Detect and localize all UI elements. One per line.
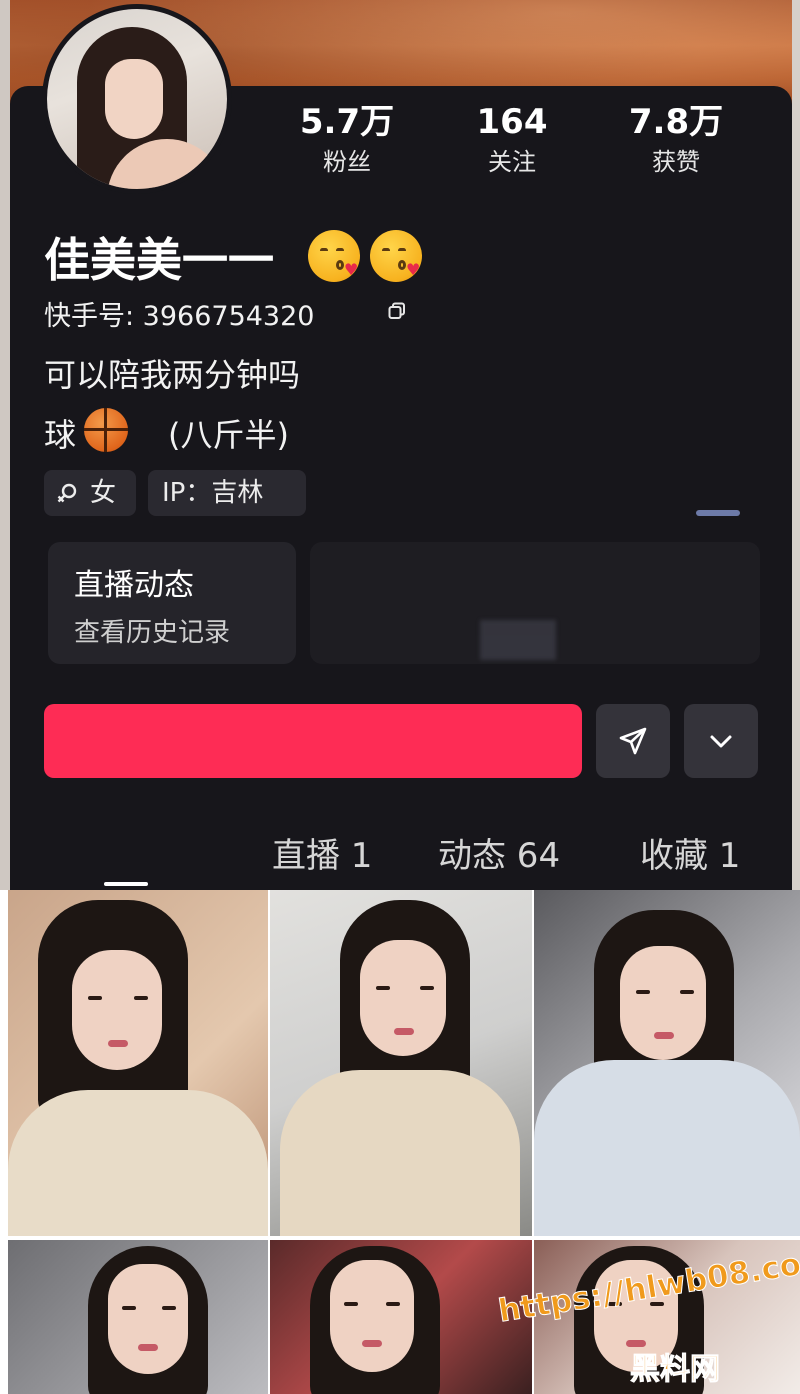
send-icon (619, 727, 647, 755)
gender-tag-label: 女 (90, 478, 117, 508)
live-thumbnail-card[interactable] (310, 542, 760, 664)
stat-following[interactable]: 164 关注 (442, 100, 582, 180)
ip-tag: IP：吉林 (148, 470, 306, 516)
profile-stats: 5.7万 粉丝 164 关注 7.8万 获赞 (0, 100, 800, 190)
video-thumbnail[interactable] (8, 1240, 268, 1394)
stat-likes-label: 获赞 (652, 148, 700, 176)
kiss-emoji-icon: ♥ (370, 230, 422, 282)
copy-icon[interactable] (388, 302, 406, 320)
live-card-title: 直播动态 (74, 568, 194, 603)
video-thumbnail[interactable] (270, 890, 532, 1236)
profile-name: 佳美美一一 (44, 233, 274, 287)
active-tab-indicator (104, 882, 148, 886)
more-options-button[interactable] (684, 704, 758, 778)
live-history-card[interactable]: 直播动态 查看历史记录 (48, 542, 296, 664)
basketball-icon (84, 408, 128, 452)
bio-line-1: 可以陪我两分钟吗 (44, 356, 301, 394)
video-thumbnail[interactable] (270, 1240, 532, 1394)
stat-followers-value: 5.7万 (299, 102, 395, 142)
send-message-button[interactable] (596, 704, 670, 778)
live-card-subtitle: 查看历史记录 (74, 618, 231, 648)
video-thumbnail[interactable] (8, 890, 268, 1236)
tab-favorites[interactable]: 收藏 1 (640, 828, 740, 877)
stat-likes[interactable]: 7.8万 获赞 (606, 100, 746, 180)
kuaishou-id: 快手号: 3966754320 (44, 301, 315, 332)
video-grid (8, 890, 800, 1394)
light-streak (696, 510, 740, 516)
blurred-preview (480, 620, 556, 660)
video-thumbnail[interactable] (534, 890, 800, 1236)
female-icon (57, 483, 77, 503)
gender-tag: 女 (44, 470, 136, 516)
kiss-emoji-icon: ♥ (308, 230, 360, 282)
tab-live[interactable]: 直播 1 (272, 828, 372, 877)
stat-followers-label: 粉丝 (323, 148, 371, 176)
tab-moments[interactable]: 动态 64 (438, 828, 560, 877)
chevron-down-icon (710, 735, 732, 748)
stat-followers[interactable]: 5.7万 粉丝 (277, 100, 417, 180)
bio-line-2-suffix: (八斤半) (168, 416, 289, 454)
stat-following-value: 164 (476, 102, 548, 142)
stat-following-label: 关注 (488, 148, 536, 176)
profile-tabs: 直播 1 动态 64 收藏 1 (0, 820, 800, 890)
watermark-name: 黑料网 (630, 1352, 721, 1388)
follow-button[interactable] (44, 704, 582, 778)
stat-likes-value: 7.8万 (628, 102, 724, 142)
bio-line-2-prefix: 球 (44, 416, 77, 454)
